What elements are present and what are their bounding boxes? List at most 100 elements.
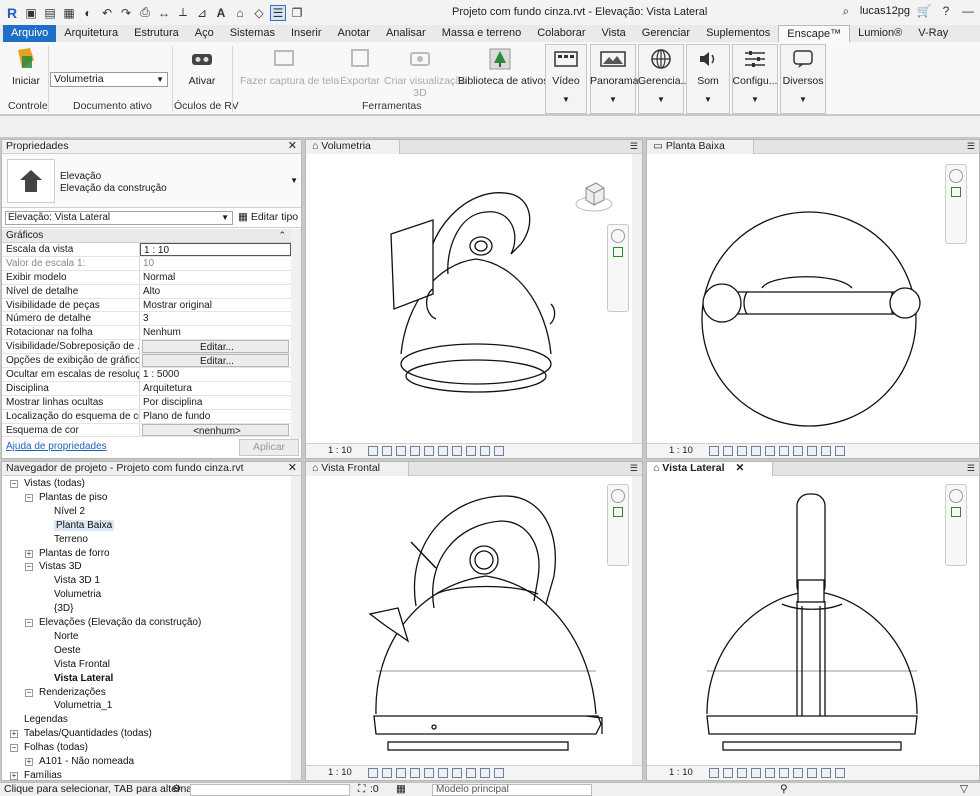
tab-colaborar[interactable]: Colaborar bbox=[529, 25, 593, 42]
lock-view-icon[interactable] bbox=[452, 446, 462, 456]
tab-sistemas[interactable]: Sistemas bbox=[222, 25, 283, 42]
properties-scrollbar[interactable] bbox=[291, 229, 301, 439]
view-scrollbar[interactable] bbox=[632, 476, 642, 766]
visual-style-icon[interactable] bbox=[382, 446, 392, 456]
tab-analisar[interactable]: Analisar bbox=[378, 25, 434, 42]
view-menu-icon[interactable]: ☰ bbox=[967, 462, 975, 475]
sun-path-icon[interactable] bbox=[737, 446, 747, 456]
show-crop-icon[interactable] bbox=[438, 768, 448, 778]
browser-item[interactable]: Renderizações bbox=[39, 687, 106, 698]
reveal-hidden-icon[interactable] bbox=[480, 446, 490, 456]
undo-icon[interactable]: ↶ bbox=[99, 5, 115, 21]
view-menu-icon[interactable]: ☰ bbox=[630, 140, 638, 153]
zoom-icon[interactable] bbox=[951, 187, 961, 197]
align-icon[interactable]: ⟂ bbox=[175, 5, 191, 21]
reveal-hidden-icon[interactable] bbox=[480, 768, 490, 778]
browser-item[interactable]: Nível 2 bbox=[54, 506, 85, 517]
property-value[interactable]: 1 : 10 bbox=[140, 243, 291, 256]
browser-item[interactable]: Planta Baixa bbox=[54, 519, 115, 531]
switch-windows-icon[interactable]: ❐ bbox=[289, 5, 305, 21]
tab-massa-terreno[interactable]: Massa e terreno bbox=[434, 25, 529, 42]
zoom-icon[interactable] bbox=[613, 247, 623, 257]
collapse-icon[interactable]: − bbox=[10, 480, 18, 488]
configuracoes-button[interactable]: Configu... ▼ bbox=[732, 46, 778, 104]
lock-view-icon[interactable] bbox=[793, 768, 803, 778]
browser-item[interactable]: Legendas bbox=[24, 714, 68, 725]
navigation-bar[interactable] bbox=[945, 484, 967, 566]
type-selector[interactable]: Elevação Elevação da construção ▼ bbox=[2, 154, 301, 208]
property-edit-button[interactable]: Editar... bbox=[142, 354, 289, 368]
browser-item[interactable]: Volumetria bbox=[54, 589, 101, 600]
ativar-button[interactable]: Ativar bbox=[182, 46, 222, 87]
property-value[interactable]: 3 bbox=[140, 312, 291, 325]
browser-item[interactable]: Oeste bbox=[54, 645, 81, 656]
shadows-icon[interactable] bbox=[410, 768, 420, 778]
biblioteca-ativos-button[interactable]: Biblioteca de ativos bbox=[458, 46, 548, 87]
minimize-icon[interactable]: — bbox=[960, 3, 976, 19]
view-menu-icon[interactable]: ☰ bbox=[630, 462, 638, 475]
temporary-view-icon[interactable] bbox=[494, 446, 504, 456]
sync-icon[interactable]: ◐ bbox=[80, 5, 96, 21]
thin-lines-icon[interactable]: ☰ bbox=[270, 4, 286, 21]
tab-vray[interactable]: V-Ray bbox=[910, 25, 956, 42]
detail-level-icon[interactable] bbox=[368, 446, 378, 456]
edit-type-button[interactable]: ▦ Editar tipo bbox=[238, 211, 298, 223]
instance-selector[interactable]: Elevação: Vista Lateral ▼ bbox=[5, 211, 233, 225]
close-icon[interactable]: ✕ bbox=[288, 462, 297, 475]
som-button[interactable]: Som ▼ bbox=[686, 46, 730, 104]
user-name[interactable]: lucas12pg bbox=[860, 5, 910, 17]
active-document-select[interactable]: Volumetria ▼ bbox=[50, 72, 168, 87]
visual-style-icon[interactable] bbox=[723, 446, 733, 456]
property-value[interactable]: 1 : 5000 bbox=[140, 368, 291, 381]
model-select[interactable]: Modelo principal bbox=[432, 784, 592, 796]
expand-icon[interactable]: + bbox=[25, 758, 33, 766]
browser-item[interactable]: Norte bbox=[54, 631, 78, 642]
design-options-icon[interactable]: ▦ bbox=[396, 783, 406, 796]
tab-anotar[interactable]: Anotar bbox=[330, 25, 378, 42]
tab-arquivo[interactable]: Arquivo bbox=[3, 25, 57, 42]
show-crop-icon[interactable] bbox=[779, 768, 789, 778]
collapse-icon[interactable]: − bbox=[10, 744, 18, 753]
3d-view-icon[interactable]: ⌂ bbox=[232, 5, 248, 21]
detail-level-icon[interactable] bbox=[368, 768, 378, 778]
property-value[interactable]: Nenhum bbox=[140, 326, 291, 339]
property-edit-button[interactable]: Editar... bbox=[142, 340, 289, 354]
lock-view-icon[interactable] bbox=[793, 446, 803, 456]
expand-icon[interactable]: + bbox=[10, 771, 18, 780]
tab-aco[interactable]: Aço bbox=[187, 25, 222, 42]
browser-item[interactable]: Folhas (todas) bbox=[24, 742, 88, 753]
browser-scrollbar[interactable] bbox=[291, 476, 301, 780]
tab-gerenciar[interactable]: Gerenciar bbox=[634, 25, 698, 42]
captura-tela-button[interactable]: Fazer captura de tela bbox=[240, 46, 339, 87]
crop-icon[interactable] bbox=[424, 768, 434, 778]
close-icon[interactable]: ✕ bbox=[735, 462, 744, 474]
shadows-icon[interactable] bbox=[751, 446, 761, 456]
steering-wheel-icon[interactable] bbox=[949, 489, 963, 503]
browser-item[interactable]: Plantas de piso bbox=[39, 492, 107, 503]
revit-logo-icon[interactable]: R bbox=[4, 5, 20, 21]
dimension-icon[interactable]: ⊿ bbox=[194, 5, 210, 21]
panorama-button[interactable]: Panorama ▼ bbox=[590, 46, 638, 104]
property-value[interactable]: Normal bbox=[140, 271, 291, 284]
apply-button[interactable]: Aplicar bbox=[239, 439, 299, 456]
zoom-icon[interactable] bbox=[613, 507, 623, 517]
property-value[interactable]: Mostrar original bbox=[140, 299, 291, 312]
search-icon[interactable]: ⌕ bbox=[838, 3, 854, 19]
temporary-view-icon[interactable] bbox=[494, 768, 504, 778]
view-scale[interactable]: 1 : 10 bbox=[328, 444, 352, 458]
filter-icon[interactable]: ▽ bbox=[960, 783, 968, 796]
hide-isolate-icon[interactable] bbox=[466, 446, 476, 456]
redo-icon[interactable]: ↷ bbox=[118, 5, 134, 21]
shadows-icon[interactable] bbox=[751, 768, 761, 778]
properties-help-link[interactable]: Ajuda de propriedades bbox=[6, 441, 107, 452]
tab-estrutura[interactable]: Estrutura bbox=[126, 25, 187, 42]
status-input[interactable] bbox=[190, 784, 350, 796]
tab-suplementos[interactable]: Suplementos bbox=[698, 25, 778, 42]
crop-icon[interactable] bbox=[765, 446, 775, 456]
video-button[interactable]: Vídeo ▼ bbox=[546, 46, 586, 104]
collapse-icon[interactable]: − bbox=[25, 619, 33, 627]
browser-item[interactable]: Vista Frontal bbox=[54, 659, 110, 670]
property-edit-button[interactable]: <nenhum> bbox=[142, 423, 289, 437]
browser-item[interactable]: Vistas 3D bbox=[39, 561, 82, 572]
exportar-button[interactable]: Exportar bbox=[338, 46, 382, 87]
